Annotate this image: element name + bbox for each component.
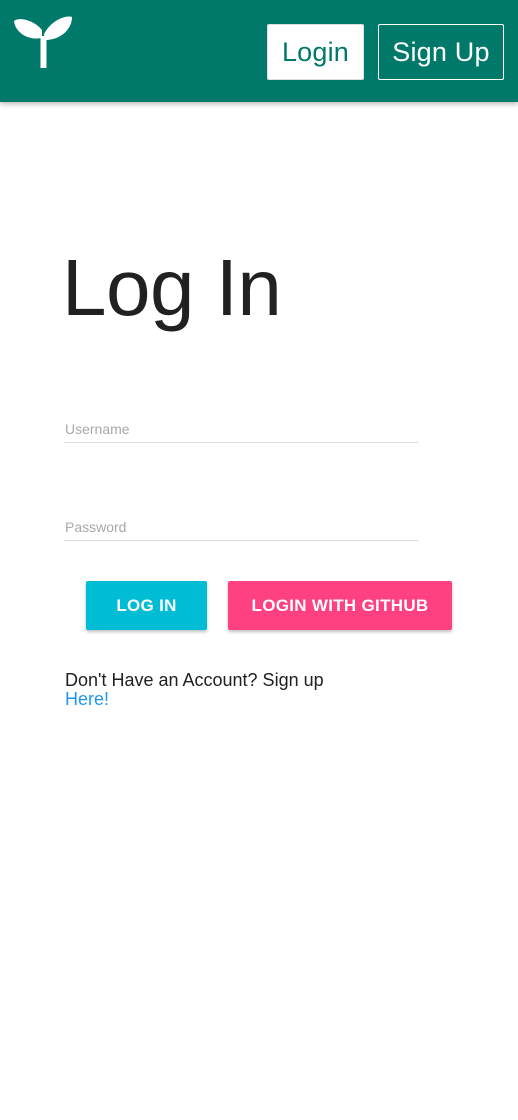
signup-prompt: Don't Have an Account? Sign up Here!: [65, 671, 324, 709]
login-button[interactable]: LOG IN: [86, 581, 207, 630]
nav-signup-button[interactable]: Sign Up: [378, 24, 504, 80]
page-title: Log In: [62, 243, 282, 332]
username-field-wrapper: [64, 415, 418, 443]
username-input[interactable]: [64, 415, 418, 443]
signup-link[interactable]: Here!: [65, 689, 109, 709]
signup-prompt-text: Don't Have an Account? Sign up: [65, 670, 324, 690]
top-navbar: Login Sign Up: [0, 0, 518, 102]
password-field-wrapper: [64, 513, 418, 541]
sprout-icon[interactable]: [12, 16, 74, 70]
password-input[interactable]: [64, 513, 418, 541]
login-with-github-button[interactable]: LOGIN WITH GITHUB: [228, 581, 452, 630]
nav-login-button[interactable]: Login: [267, 24, 364, 80]
